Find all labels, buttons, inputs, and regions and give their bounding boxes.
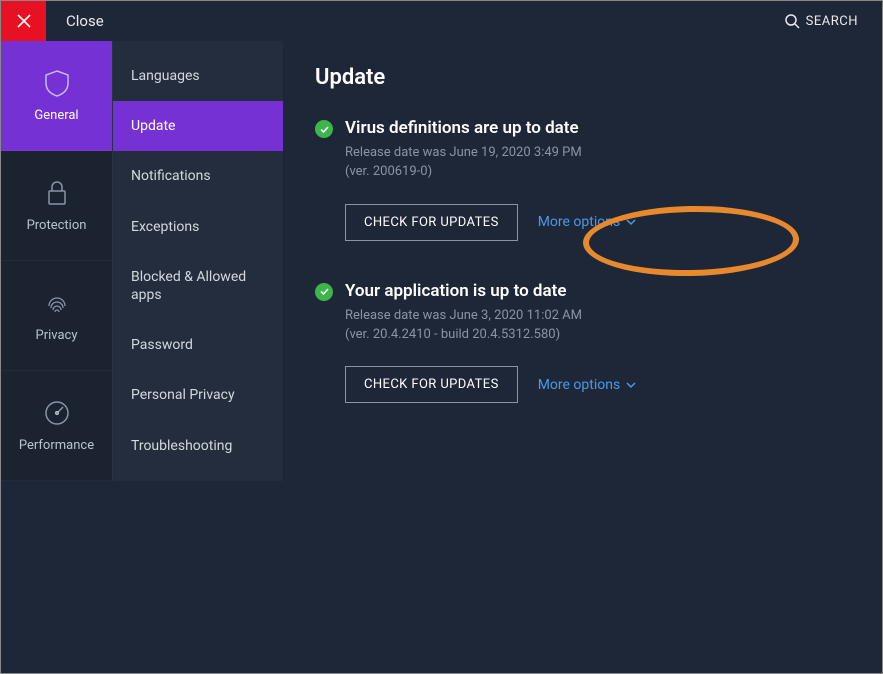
close-icon	[17, 14, 31, 28]
status-detail: Release date was June 3, 2020 11:02 AM (…	[345, 307, 850, 345]
secondary-nav: Languages Update Notifications Exception…	[113, 41, 283, 481]
gauge-icon	[42, 398, 72, 428]
fingerprint-icon	[42, 288, 72, 318]
nav-label: Privacy	[36, 328, 78, 343]
more-options-link[interactable]: More options	[538, 214, 637, 230]
nav-label: General	[34, 108, 78, 123]
subnav-blocked-allowed[interactable]: Blocked & Allowed apps	[113, 252, 283, 320]
shield-icon	[42, 68, 72, 98]
status-heading: Your application is up to date	[345, 281, 566, 301]
nav-label: Protection	[27, 218, 87, 233]
title-bar: Close SEARCH	[1, 1, 882, 41]
update-section-application: Your application is up to date Release d…	[315, 281, 850, 404]
nav-performance[interactable]: Performance	[1, 371, 112, 481]
status-detail: Release date was June 19, 2020 3:49 PM (…	[345, 144, 850, 182]
lock-icon	[42, 178, 72, 208]
nav-privacy[interactable]: Privacy	[1, 261, 112, 371]
search-button[interactable]: SEARCH	[784, 13, 882, 29]
subnav-troubleshooting[interactable]: Troubleshooting	[113, 421, 283, 471]
subnav-languages[interactable]: Languages	[113, 51, 283, 101]
nav-protection[interactable]: Protection	[1, 151, 112, 261]
nav-general[interactable]: General	[1, 41, 112, 151]
status-heading: Virus definitions are up to date	[345, 118, 579, 138]
close-label[interactable]: Close	[46, 12, 104, 30]
close-button[interactable]	[1, 1, 46, 41]
chevron-down-icon	[626, 217, 636, 227]
check-updates-button[interactable]: CHECK FOR UPDATES	[345, 366, 518, 403]
update-section-virus-defs: Virus definitions are up to date Release…	[315, 118, 850, 241]
subnav-personal-privacy[interactable]: Personal Privacy	[113, 370, 283, 420]
check-circle-icon	[315, 283, 333, 301]
nav-label: Performance	[19, 438, 94, 453]
subnav-exceptions[interactable]: Exceptions	[113, 202, 283, 252]
check-circle-icon	[315, 120, 333, 138]
subnav-update[interactable]: Update	[113, 101, 283, 151]
check-updates-button[interactable]: CHECK FOR UPDATES	[345, 204, 518, 241]
primary-nav: General Protection Privacy Performance	[1, 41, 113, 481]
chevron-down-icon	[626, 380, 636, 390]
subnav-notifications[interactable]: Notifications	[113, 151, 283, 201]
more-options-link[interactable]: More options	[538, 377, 637, 393]
page-title: Update	[315, 65, 850, 90]
search-icon	[784, 13, 800, 29]
search-label: SEARCH	[806, 14, 858, 29]
subnav-password[interactable]: Password	[113, 320, 283, 370]
content-pane: Update Virus definitions are up to date …	[283, 41, 882, 481]
